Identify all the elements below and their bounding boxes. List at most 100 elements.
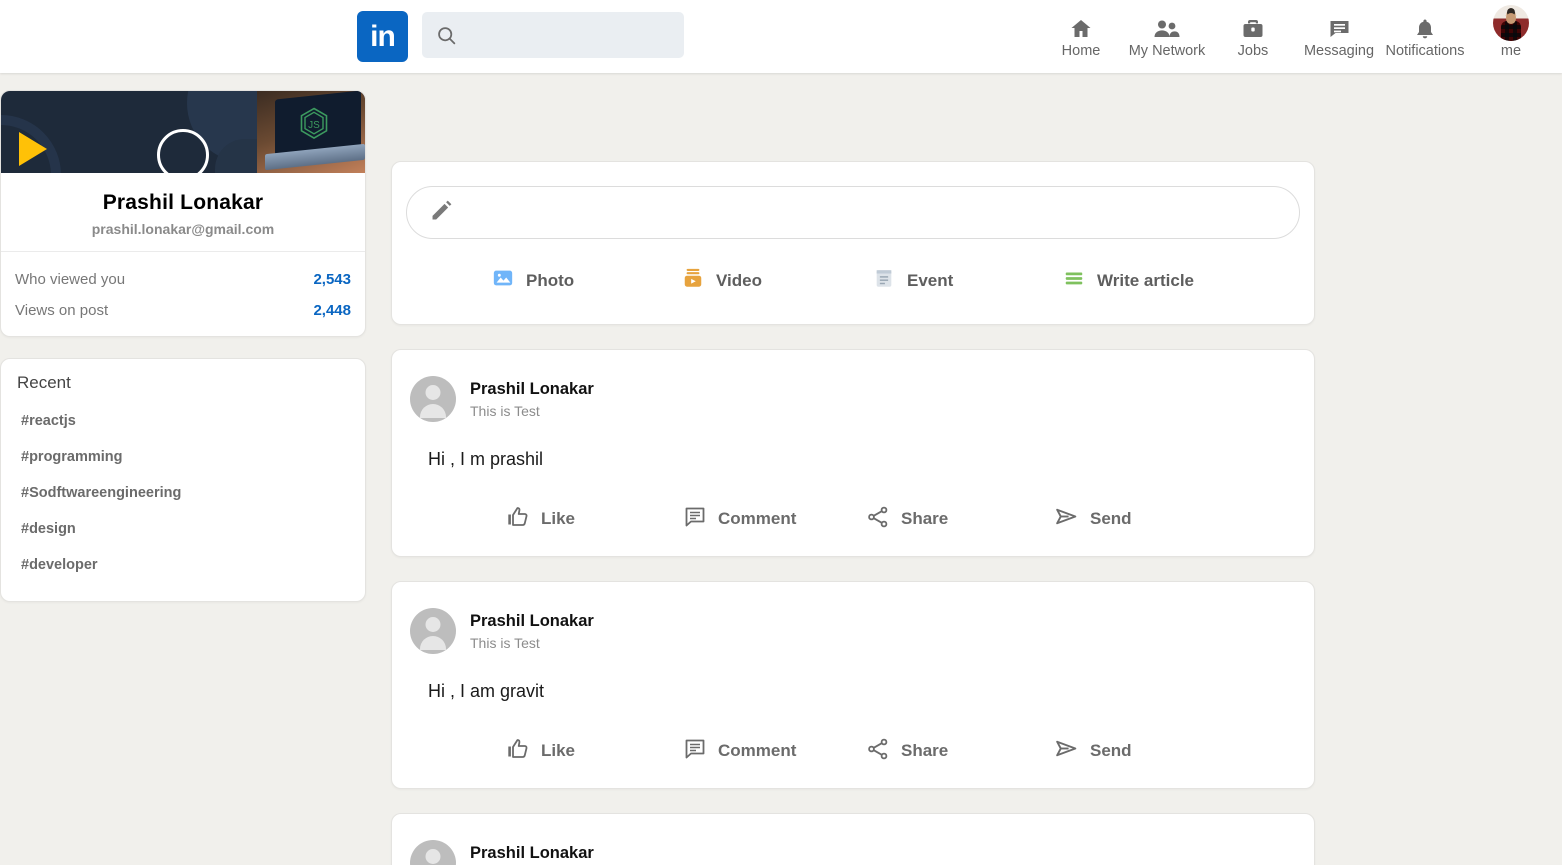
stat-row-who-viewed-you[interactable]: Who viewed you 2,543 (15, 264, 351, 295)
recent-item-design[interactable]: #design (17, 511, 349, 547)
post-action-label-comment: Comment (718, 741, 797, 760)
post-action-label-send: Send (1090, 741, 1132, 760)
linkedin-logo[interactable]: in (357, 11, 408, 62)
avatar-icon (1493, 4, 1529, 41)
stat-row-views-on-post[interactable]: Views on post 2,448 (15, 295, 351, 326)
share-action-video[interactable]: Video (682, 267, 873, 294)
post-action-label-comment: Comment (718, 509, 797, 528)
stat-value: 2,543 (313, 271, 351, 288)
nav-label-jobs: Jobs (1237, 42, 1269, 59)
stat-label: Views on post (15, 302, 109, 319)
share-input[interactable] (468, 195, 1299, 230)
post-action-send[interactable]: Send (1054, 736, 1132, 766)
recent-item-reactjs[interactable]: #reactjs (17, 403, 349, 439)
post-action-label-share: Share (901, 741, 949, 760)
share-actions: Photo Video Event Write article (406, 239, 1300, 294)
nav-label-my-network: My Network (1128, 42, 1206, 59)
share-action-photo[interactable]: Photo (492, 267, 682, 294)
logo-text: in (370, 19, 396, 53)
send-icon (1054, 736, 1079, 766)
home-icon (1068, 15, 1094, 41)
post-author-subtitle: This is Test (470, 634, 540, 651)
svg-text:JS: JS (308, 120, 320, 131)
post-action-label-like: Like (541, 509, 576, 528)
share-action-write-article[interactable]: Write article (1063, 267, 1194, 294)
search-input[interactable] (467, 20, 667, 50)
post-author-name: Prashil Lonakar (470, 844, 594, 863)
search-icon (436, 25, 457, 46)
profile-email: prashil.lonakar@gmail.com (91, 221, 275, 237)
nav-label-home: Home (1061, 42, 1101, 59)
feed: Photo Video Event Write article Prashil … (391, 161, 1315, 865)
post-action-like[interactable]: Like (506, 737, 683, 766)
post-action-comment[interactable]: Comment (683, 505, 866, 534)
post-author-subtitle: This is Test (470, 402, 540, 419)
profile-card: JS Prashil Lonakar prashil.lonakar@gmail… (0, 90, 366, 337)
stat-label: Who viewed you (15, 271, 126, 288)
nav-label-messaging: Messaging (1303, 42, 1375, 59)
post-action-comment[interactable]: Comment (683, 737, 866, 766)
post-card: Prashil Lonakar This is Test Hi , I m pr… (391, 349, 1315, 557)
send-icon (1054, 504, 1079, 534)
nav-item-home[interactable]: Home (1038, 0, 1124, 73)
people-icon (1153, 15, 1181, 41)
primary-nav: Home My Network Jobs Messaging Notificat… (1038, 0, 1554, 73)
top-header: in Home My Network Jobs Messaging Notifi… (0, 0, 1562, 73)
search-box[interactable] (422, 12, 684, 58)
post-avatar[interactable] (410, 376, 456, 422)
thumbs-up-icon (506, 505, 530, 534)
play-triangle-icon (19, 132, 47, 166)
left-sidebar: JS Prashil Lonakar prashil.lonakar@gmail… (0, 90, 366, 602)
nav-label-notifications: Notifications (1385, 42, 1465, 59)
share-action-label-photo: Photo (526, 270, 575, 290)
post-header: Prashil Lonakar This is Test (410, 840, 1296, 865)
avatar (1493, 4, 1529, 41)
post-action-label-like: Like (541, 741, 576, 760)
laptop-image: JS (257, 91, 365, 173)
post-actions: Like Comment Share Send (410, 470, 1296, 534)
briefcase-icon (1240, 15, 1266, 41)
recent-item-programming[interactable]: #programming (17, 439, 349, 475)
bell-icon (1413, 15, 1437, 41)
post-action-like[interactable]: Like (506, 505, 683, 534)
nav-label-me: me (1500, 42, 1522, 59)
nav-item-my-network[interactable]: My Network (1124, 0, 1210, 73)
share-box: Photo Video Event Write article (391, 161, 1315, 325)
post-actions: Like Comment Share Send (410, 702, 1296, 766)
video-icon (682, 267, 704, 294)
share-action-event[interactable]: Event (873, 267, 1063, 294)
post-action-send[interactable]: Send (1054, 504, 1132, 534)
article-icon (1063, 267, 1085, 294)
nav-item-jobs[interactable]: Jobs (1210, 0, 1296, 73)
recent-title: Recent (17, 373, 71, 392)
post-action-share[interactable]: Share (866, 737, 1054, 766)
stat-value: 2,448 (313, 302, 351, 319)
thumbs-up-icon (506, 737, 530, 766)
share-action-label-event: Event (907, 270, 954, 290)
post-body: Hi , I am gravit (428, 681, 545, 701)
share-action-label-video: Video (716, 270, 762, 290)
profile-stats: Who viewed you 2,543 Views on post 2,448 (1, 251, 365, 336)
page-body: JS Prashil Lonakar prashil.lonakar@gmail… (0, 73, 1562, 865)
share-icon (866, 737, 890, 766)
post-avatar[interactable] (410, 840, 456, 865)
post-header: Prashil Lonakar This is Test (410, 608, 1296, 654)
post-action-label-share: Share (901, 509, 949, 528)
nav-item-me[interactable]: me (1468, 0, 1554, 73)
post-author-name: Prashil Lonakar (470, 612, 594, 631)
post-action-share[interactable]: Share (866, 505, 1054, 534)
comment-icon (683, 505, 707, 534)
post-header: Prashil Lonakar This is Test (410, 376, 1296, 422)
recent-card: Recent #reactjs #programming #Sodftwaree… (0, 358, 366, 602)
recent-item-softwareengineering[interactable]: #Sodftwareengineering (17, 475, 349, 511)
post-card: Prashil Lonakar This is Test Arigato goj… (391, 813, 1315, 865)
nav-item-notifications[interactable]: Notifications (1382, 0, 1468, 73)
share-action-label-write-article: Write article (1097, 270, 1195, 290)
nav-item-messaging[interactable]: Messaging (1296, 0, 1382, 73)
photo-icon (492, 267, 514, 294)
share-input-row[interactable] (406, 186, 1300, 239)
post-avatar[interactable] (410, 608, 456, 654)
profile-avatar[interactable] (157, 129, 209, 181)
post-author-name: Prashil Lonakar (470, 380, 594, 399)
recent-item-developer[interactable]: #developer (17, 547, 349, 583)
